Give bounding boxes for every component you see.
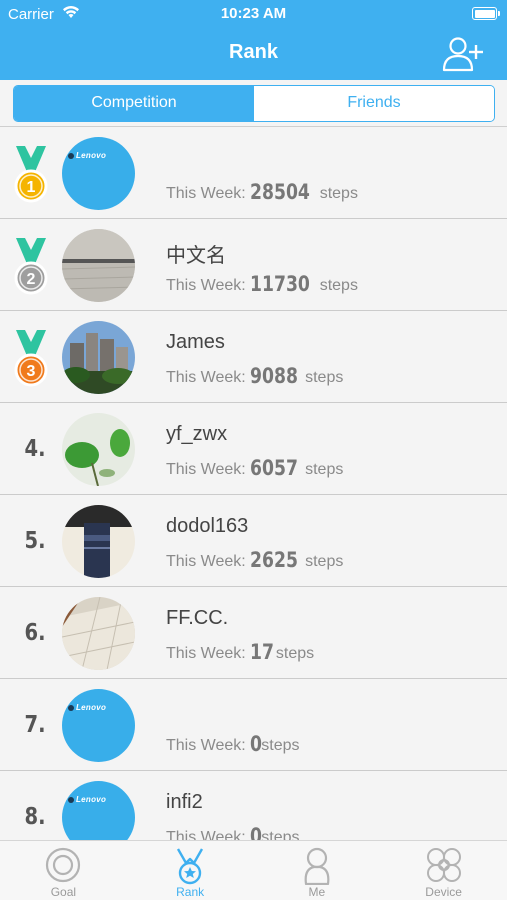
device-icon <box>426 848 461 882</box>
rank-number: 6. <box>24 620 46 646</box>
this-week-label: This Week: <box>166 645 246 662</box>
battery-icon <box>472 7 500 20</box>
steps-unit: steps <box>275 645 315 662</box>
weekly-steps: This Week: 9088 steps <box>166 364 343 388</box>
segmented-control: Competition Friends <box>13 85 495 122</box>
gold-medal-icon: 1 <box>13 144 49 204</box>
this-week-label: This Week: <box>166 185 246 202</box>
rank-number: 5. <box>24 528 46 554</box>
tab-rank-label: Rank <box>176 885 205 899</box>
this-week-label: This Week: <box>166 737 246 754</box>
steps-unit: steps <box>305 461 344 478</box>
add-user-icon <box>442 37 483 72</box>
tab-device-label: Device <box>425 885 462 899</box>
medal-rank-text: 2 <box>27 271 36 288</box>
weekly-steps: This Week: 28504 steps <box>166 180 358 204</box>
tab-rank[interactable]: Rank <box>127 841 254 900</box>
this-week-label: This Week: <box>166 829 246 840</box>
steps-unit: steps <box>305 553 344 570</box>
step-count: 6057 <box>250 456 299 480</box>
user-name: 中文名 <box>166 245 226 267</box>
person-icon <box>304 847 330 885</box>
step-count: 0 <box>250 824 263 840</box>
medal-rank-text: 1 <box>27 179 36 196</box>
user-name: infi2 <box>166 791 203 813</box>
bronze-medal-icon: 3 <box>13 328 49 388</box>
weekly-steps: This Week: 17 steps <box>166 640 314 664</box>
lenovo-logo: Lenovo <box>68 703 106 712</box>
ranking-row[interactable]: 8. Lenovo infi2 This Week: 0 steps <box>0 771 507 840</box>
step-count: 28504 <box>250 180 311 204</box>
avatar[interactable] <box>62 505 135 578</box>
avatar[interactable]: Lenovo <box>62 689 135 762</box>
rank-number: 8. <box>24 804 46 830</box>
ranking-row[interactable]: 5. dodol163 This Week: 2625 steps <box>0 495 507 587</box>
this-week-label: This Week: <box>166 277 246 294</box>
step-count: 2625 <box>250 548 299 572</box>
step-count: 17 <box>250 640 275 664</box>
navigation-bar: Rank <box>0 30 507 80</box>
ranking-row[interactable]: 3 James This Week: 9088 steps <box>0 311 507 403</box>
weekly-steps: This Week: 2625 steps <box>166 548 343 572</box>
clock-time: 10:23 AM <box>220 5 287 22</box>
user-name: FF.CC. <box>166 607 229 629</box>
avatar[interactable]: Lenovo <box>62 137 135 210</box>
avatar[interactable]: Lenovo <box>62 781 135 840</box>
steps-unit: steps <box>319 185 358 202</box>
ranking-row[interactable]: 1 Lenovo This Week: 28504 steps <box>0 127 507 219</box>
page-title: Rank <box>229 41 278 63</box>
user-name: yf_zwx <box>166 423 228 445</box>
user-name: James <box>166 331 225 353</box>
goal-icon <box>46 847 81 883</box>
this-week-label: This Week: <box>166 369 246 386</box>
user-name: dodol163 <box>166 515 249 537</box>
tab-me[interactable]: Me <box>254 841 381 900</box>
tab-goal-label: Goal <box>50 885 77 899</box>
ranking-row[interactable]: 7. Lenovo This Week: 0 steps <box>0 679 507 771</box>
weekly-steps: This Week: 6057 steps <box>166 456 343 480</box>
ranking-row[interactable]: 2 中文名 This Week: 11730 steps <box>0 219 507 311</box>
avatar[interactable] <box>62 413 135 486</box>
avatar[interactable] <box>62 321 135 394</box>
rank-number: 4. <box>24 436 46 462</box>
segment-competition[interactable]: Competition <box>14 86 254 121</box>
steps-unit: steps <box>261 737 300 754</box>
steps-unit: steps <box>261 829 300 840</box>
tab-device[interactable]: Device <box>380 841 507 900</box>
tab-me-label: Me <box>308 885 326 899</box>
lenovo-logo: Lenovo <box>68 795 106 804</box>
this-week-label: This Week: <box>166 461 246 478</box>
rank-number: 7. <box>24 712 46 738</box>
segment-bar: Competition Friends <box>0 80 507 127</box>
ranking-row[interactable]: 6. FF.CC. This Week: 17 steps <box>0 587 507 679</box>
weekly-steps: This Week: 0 steps <box>166 824 300 840</box>
status-bar: Carrier 10:23 AM <box>0 0 507 30</box>
avatar[interactable] <box>62 597 135 670</box>
lenovo-logo: Lenovo <box>68 151 106 160</box>
medal-icon <box>177 848 204 885</box>
this-week-label: This Week: <box>166 553 246 570</box>
ranking-list[interactable]: 1 Lenovo This Week: 28504 steps 2 中文名 This We… <box>0 127 507 840</box>
weekly-steps: This Week: 0 steps <box>166 732 300 756</box>
tab-bar: Goal Rank Me Device <box>0 840 507 900</box>
steps-unit: steps <box>305 369 344 386</box>
medal-rank-text: 3 <box>27 363 36 380</box>
silver-medal-icon: 2 <box>13 236 49 296</box>
segment-friends[interactable]: Friends <box>254 86 494 121</box>
weekly-steps: This Week: 11730 steps <box>166 272 358 296</box>
add-user-button[interactable] <box>441 35 485 73</box>
steps-unit: steps <box>319 277 358 294</box>
tab-goal[interactable]: Goal <box>0 841 127 900</box>
step-count: 9088 <box>250 364 299 388</box>
ranking-row[interactable]: 4. yf_zwx This Week: 6057 steps <box>0 403 507 495</box>
avatar[interactable] <box>62 229 135 302</box>
step-count: 11730 <box>250 272 311 296</box>
step-count: 0 <box>250 732 263 756</box>
